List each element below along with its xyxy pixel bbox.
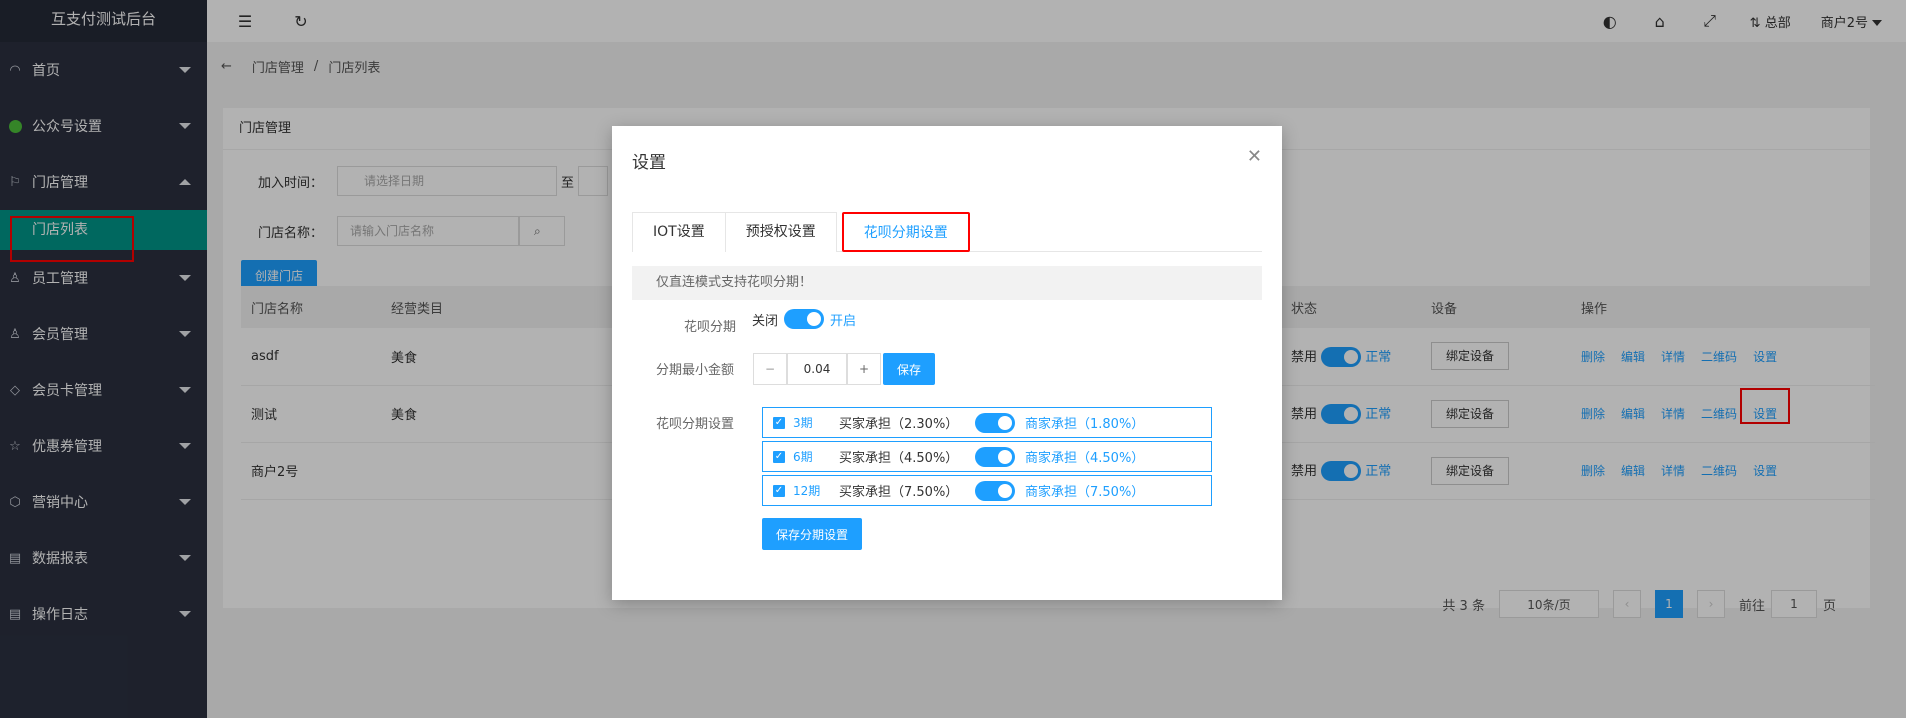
close-icon[interactable]: ✕ — [1247, 146, 1262, 167]
on-label: 开启 — [830, 313, 857, 329]
installment-row: ✓ 3期 买家承担（2.30%） 商家承担（1.80%） — [762, 407, 1212, 438]
min-amount-stepper: − 0.04 + — [753, 353, 881, 385]
modal-title: 设置 — [632, 153, 666, 173]
installment-label: 花呗分期设置 — [656, 417, 735, 432]
tab-iot[interactable]: IOT设置 — [632, 212, 726, 252]
huabei-toggle[interactable] — [784, 309, 825, 329]
checkbox-checked-icon[interactable]: ✓ — [773, 450, 785, 463]
buyer-rate: 买家承担（7.50%） — [839, 485, 959, 500]
settings-modal: 设置 ✕ IOT设置 预授权设置 花呗分期设置 仅直连模式支持花呗分期！ 花呗分… — [612, 126, 1282, 600]
save-min-amount-button[interactable]: 保存 — [883, 353, 936, 385]
merchant-rate: 商家承担（7.50%） — [1025, 485, 1145, 500]
bearer-toggle[interactable] — [975, 412, 1015, 433]
min-amount-input[interactable]: 0.04 — [787, 353, 847, 385]
notice-bar: 仅直连模式支持花呗分期！ — [632, 266, 1262, 300]
minus-icon[interactable]: − — [753, 353, 787, 385]
plus-icon[interactable]: + — [847, 353, 881, 385]
tab-preauth[interactable]: 预授权设置 — [724, 212, 837, 252]
installment-row: ✓ 6期 买家承担（4.50%） 商家承担（4.50%） — [762, 441, 1212, 472]
buyer-rate: 买家承担（2.30%） — [839, 417, 959, 432]
installment-row: ✓ 12期 买家承担（7.50%） 商家承担（7.50%） — [762, 475, 1212, 506]
checkbox-checked-icon[interactable]: ✓ — [773, 484, 785, 497]
merchant-rate: 商家承担（1.80%） — [1025, 417, 1145, 432]
checkbox-checked-icon[interactable]: ✓ — [773, 416, 785, 429]
save-installment-button[interactable]: 保存分期设置 — [762, 518, 863, 550]
period-label: 12期 — [793, 484, 821, 498]
huabei-label: 花呗分期 — [684, 320, 737, 335]
merchant-rate: 商家承担（4.50%） — [1025, 451, 1145, 466]
period-label: 3期 — [793, 416, 813, 430]
huabei-switch-group: 关闭 开启 — [752, 309, 856, 329]
min-amount-label: 分期最小金额 — [656, 363, 735, 378]
bearer-toggle[interactable] — [975, 480, 1015, 501]
off-label: 关闭 — [752, 313, 779, 329]
buyer-rate: 买家承担（4.50%） — [839, 451, 959, 466]
settings-tabs: IOT设置 预授权设置 花呗分期设置 — [632, 212, 1262, 252]
tab-huabei[interactable]: 花呗分期设置 — [841, 212, 970, 252]
period-label: 6期 — [793, 450, 813, 464]
bearer-toggle[interactable] — [975, 446, 1015, 467]
